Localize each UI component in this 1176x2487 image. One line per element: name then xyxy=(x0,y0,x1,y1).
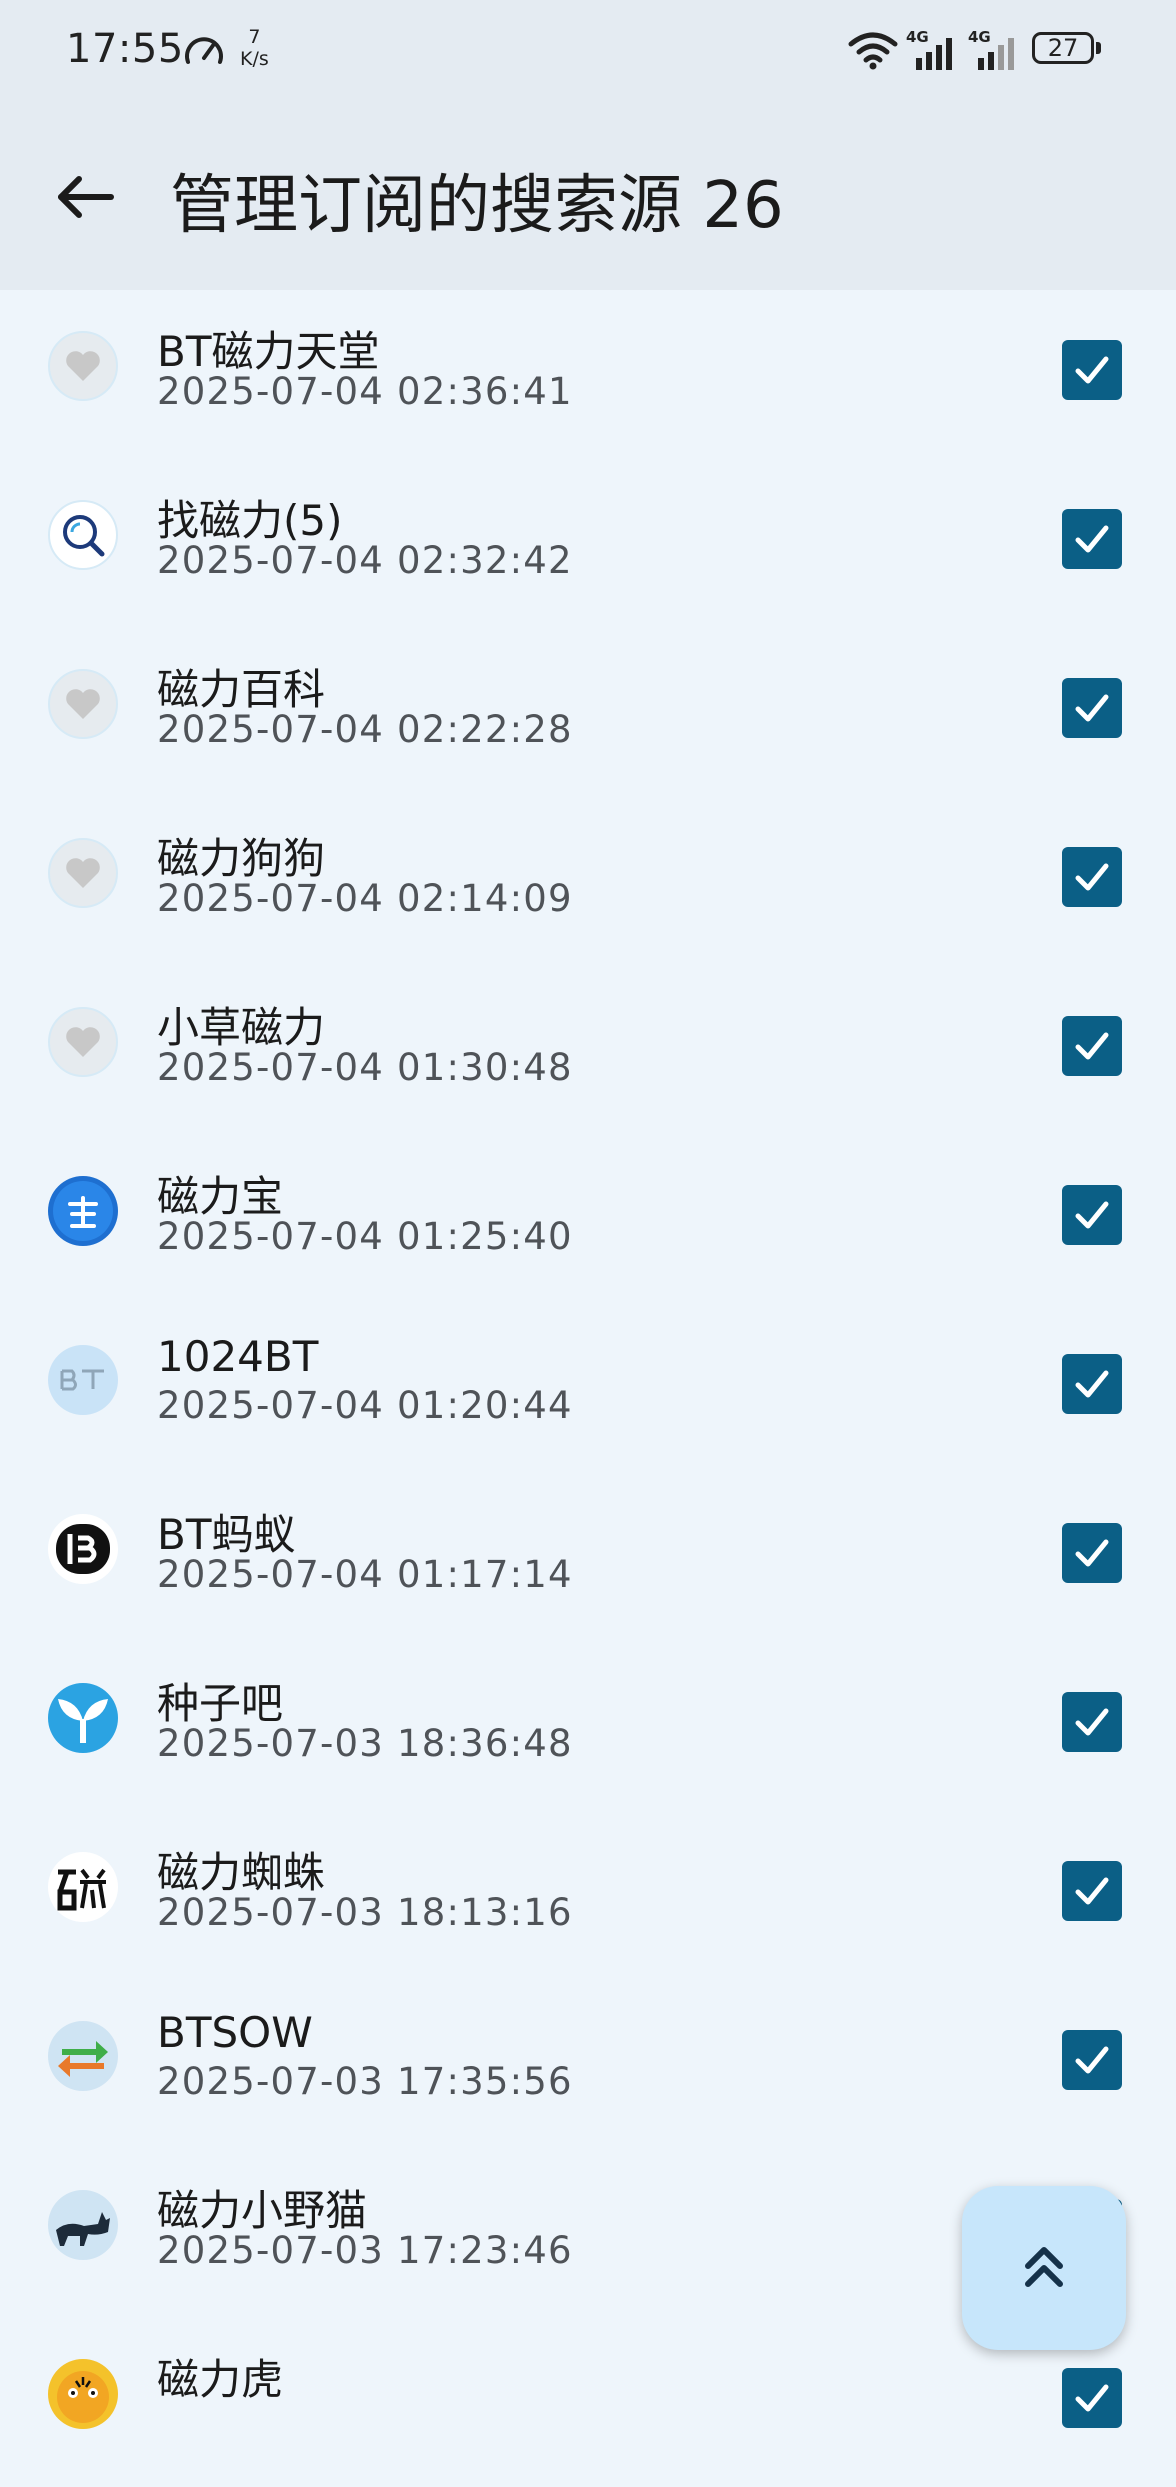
battery-tip xyxy=(1096,42,1101,54)
list-item[interactable]: 磁力百科 2025-07-04 02:22:28 xyxy=(0,628,1176,797)
check-icon xyxy=(1075,1539,1109,1567)
list-item[interactable]: 找磁力(5) 2025-07-04 02:32:42 xyxy=(0,459,1176,628)
source-checkbox[interactable] xyxy=(1062,2030,1122,2090)
source-date: 2025-07-04 01:30:48 xyxy=(157,1046,573,1089)
check-icon xyxy=(1075,1708,1109,1736)
source-date: 2025-07-04 01:17:14 xyxy=(157,1553,573,1596)
wifi-icon xyxy=(848,32,898,70)
list-item[interactable]: BTSOW 2025-07-03 17:35:56 xyxy=(0,1980,1176,2149)
ci-glyph-logo-icon xyxy=(48,1852,118,1922)
arrows-logo-icon xyxy=(48,2021,118,2091)
app-bar: 管理订阅的搜索源 26 xyxy=(0,100,1176,290)
source-date: 2025-07-04 02:14:09 xyxy=(157,877,573,920)
source-checkbox[interactable] xyxy=(1062,1692,1122,1752)
heart-placeholder-icon xyxy=(48,331,118,401)
b-logo-icon xyxy=(48,1514,118,1584)
check-icon xyxy=(1075,1370,1109,1398)
source-checkbox[interactable] xyxy=(1062,1523,1122,1583)
source-date: 2025-07-04 01:25:40 xyxy=(157,1215,573,1258)
source-date: 2025-07-04 02:22:28 xyxy=(157,708,573,751)
net-speed: 7 K/s xyxy=(240,26,269,70)
source-date: 2025-07-04 02:32:42 xyxy=(157,539,573,582)
net-speed-unit: K/s xyxy=(240,48,269,70)
signal-icon: 4G xyxy=(968,28,1024,70)
source-date: 2025-07-03 17:35:56 xyxy=(157,2060,573,2103)
source-name: 1024BT xyxy=(157,1332,319,1381)
source-date: 2025-07-03 17:23:46 xyxy=(157,2229,573,2272)
source-checkbox[interactable] xyxy=(1062,1861,1122,1921)
list-item[interactable]: 磁力蜘蛛 2025-07-03 18:13:16 xyxy=(0,1811,1176,1980)
speedometer-icon xyxy=(185,37,223,64)
check-icon xyxy=(1075,863,1109,891)
cat-logo-icon xyxy=(48,2190,118,2260)
scroll-to-top-button[interactable] xyxy=(962,2186,1126,2350)
double-chevron-up-icon xyxy=(1025,2247,1063,2287)
check-icon xyxy=(1075,1032,1109,1060)
source-checkbox[interactable] xyxy=(1062,340,1122,400)
source-date: 2025-07-03 18:13:16 xyxy=(157,1891,573,1934)
source-checkbox[interactable] xyxy=(1062,847,1122,907)
list-item[interactable]: 1024BT 2025-07-04 01:20:44 xyxy=(0,1304,1176,1473)
signal-icon: 4G xyxy=(906,28,962,70)
source-checkbox[interactable] xyxy=(1062,2368,1122,2428)
source-name: BTSOW xyxy=(157,2008,313,2057)
magnifier-logo-icon xyxy=(48,500,118,570)
heart-placeholder-icon xyxy=(48,669,118,739)
source-checkbox[interactable] xyxy=(1062,1016,1122,1076)
check-icon xyxy=(1075,2046,1109,2074)
status-bar: 17:55 7 K/s 4G 4G 27 xyxy=(0,0,1176,100)
heart-placeholder-icon xyxy=(48,838,118,908)
source-checkbox[interactable] xyxy=(1062,509,1122,569)
list-item[interactable]: BT磁力天堂 2025-07-04 02:36:41 xyxy=(0,290,1176,459)
check-icon xyxy=(1075,1201,1109,1229)
source-checkbox[interactable] xyxy=(1062,1185,1122,1245)
list-item[interactable]: 磁力宝 2025-07-04 01:25:40 xyxy=(0,1135,1176,1304)
list-item[interactable]: 磁力狗狗 2025-07-04 02:14:09 xyxy=(0,797,1176,966)
check-icon xyxy=(1075,2384,1109,2412)
bao-logo-icon xyxy=(48,1176,118,1246)
check-icon xyxy=(1075,356,1109,384)
source-date: 2025-07-04 02:36:41 xyxy=(157,370,573,413)
source-checkbox[interactable] xyxy=(1062,1354,1122,1414)
back-button[interactable] xyxy=(40,162,130,232)
check-icon xyxy=(1075,1877,1109,1905)
source-date: 2025-07-03 18:36:48 xyxy=(157,1722,573,1765)
tiger-logo-icon xyxy=(48,2359,118,2429)
check-icon xyxy=(1075,694,1109,722)
page-title: 管理订阅的搜索源 26 xyxy=(170,169,784,243)
arrow-left-icon xyxy=(58,176,114,218)
sprout-logo-icon xyxy=(48,1683,118,1753)
source-date: 2025-07-04 01:20:44 xyxy=(157,1384,573,1427)
battery-icon: 27 xyxy=(1032,32,1104,68)
check-icon xyxy=(1075,525,1109,553)
net-speed-value: 7 xyxy=(248,26,261,48)
list-item[interactable]: 种子吧 2025-07-03 18:36:48 xyxy=(0,1642,1176,1811)
source-list: BT磁力天堂 2025-07-04 02:36:41 找磁力(5) 2025-0… xyxy=(0,290,1176,2487)
source-checkbox[interactable] xyxy=(1062,678,1122,738)
list-item[interactable]: BT蚂蚁 2025-07-04 01:17:14 xyxy=(0,1473,1176,1642)
source-name: 磁力虎 xyxy=(157,2355,284,2404)
heart-placeholder-icon xyxy=(48,1007,118,1077)
bt-logo-icon xyxy=(48,1345,118,1415)
battery-level: 27 xyxy=(1032,32,1094,64)
list-item[interactable]: 小草磁力 2025-07-04 01:30:48 xyxy=(0,966,1176,1135)
status-time: 17:55 xyxy=(66,26,184,72)
